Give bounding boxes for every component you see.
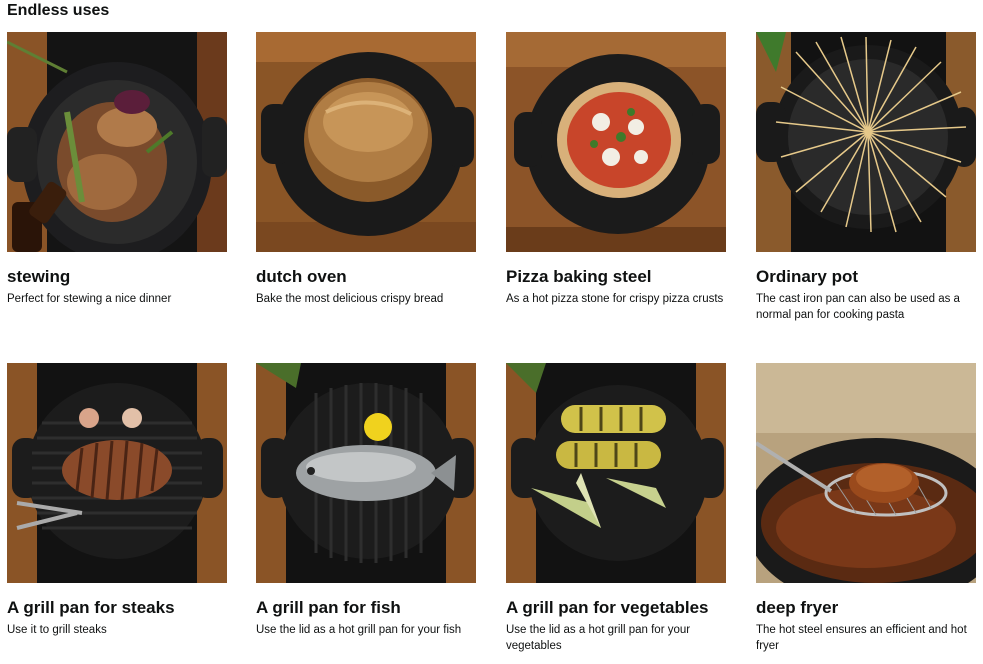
card-title: deep fryer [756, 598, 839, 617]
card-title: A grill pan for vegetables [506, 598, 709, 617]
card-description: As a hot pizza stone for crispy pizza cr… [506, 293, 724, 305]
pizza-on-baking-steel-image [506, 32, 726, 252]
fish-on-grill-pan-image [256, 363, 476, 583]
use-card-grill-fish[interactable]: A grill pan for fish Use the lid as a ho… [256, 363, 476, 638]
bread-loaf-on-pan-image [256, 32, 476, 252]
card-title: Ordinary pot [756, 267, 859, 286]
card-title: A grill pan for fish [256, 598, 401, 617]
use-card-ordinary-pot[interactable]: Ordinary pot The cast iron pan can also … [756, 32, 976, 323]
card-description: Use it to grill steaks [7, 624, 107, 636]
use-card-pizza-baking-steel[interactable]: Pizza baking steel As a hot pizza stone … [506, 32, 726, 307]
use-card-deep-fryer[interactable]: deep fryer The hot steel ensures an effi… [756, 363, 976, 654]
section-heading: Endless uses [7, 2, 110, 19]
use-card-grill-vegetables[interactable]: A grill pan for vegetables Use the lid a… [506, 363, 726, 654]
card-title: A grill pan for steaks [7, 598, 175, 617]
card-description: Use the lid as a hot grill pan for your … [256, 624, 462, 636]
card-description: Use the lid as a hot grill pan for your … [506, 624, 691, 652]
stew-in-cast-iron-pan-image [7, 32, 227, 252]
card-description: Perfect for stewing a nice dinner [7, 293, 172, 305]
deep-fried-food-in-basket-image [756, 363, 976, 583]
spaghetti-in-pot-image [756, 32, 976, 252]
use-card-grill-steaks[interactable]: A grill pan for steaks Use it to grill s… [7, 363, 227, 638]
steak-on-grill-pan-image [7, 363, 227, 583]
card-title: Pizza baking steel [506, 267, 652, 286]
vegetables-on-grill-pan-image [506, 363, 726, 583]
card-title: dutch oven [256, 267, 347, 286]
card-title: stewing [7, 267, 71, 286]
card-description: The hot steel ensures an efficient and h… [756, 624, 967, 652]
use-card-stewing[interactable]: stewing Perfect for stewing a nice dinne… [7, 32, 227, 307]
card-description: The cast iron pan can also be used as a … [756, 293, 960, 321]
use-card-dutch-oven[interactable]: dutch oven Bake the most delicious crisp… [256, 32, 476, 307]
card-description: Bake the most delicious crispy bread [256, 293, 444, 305]
